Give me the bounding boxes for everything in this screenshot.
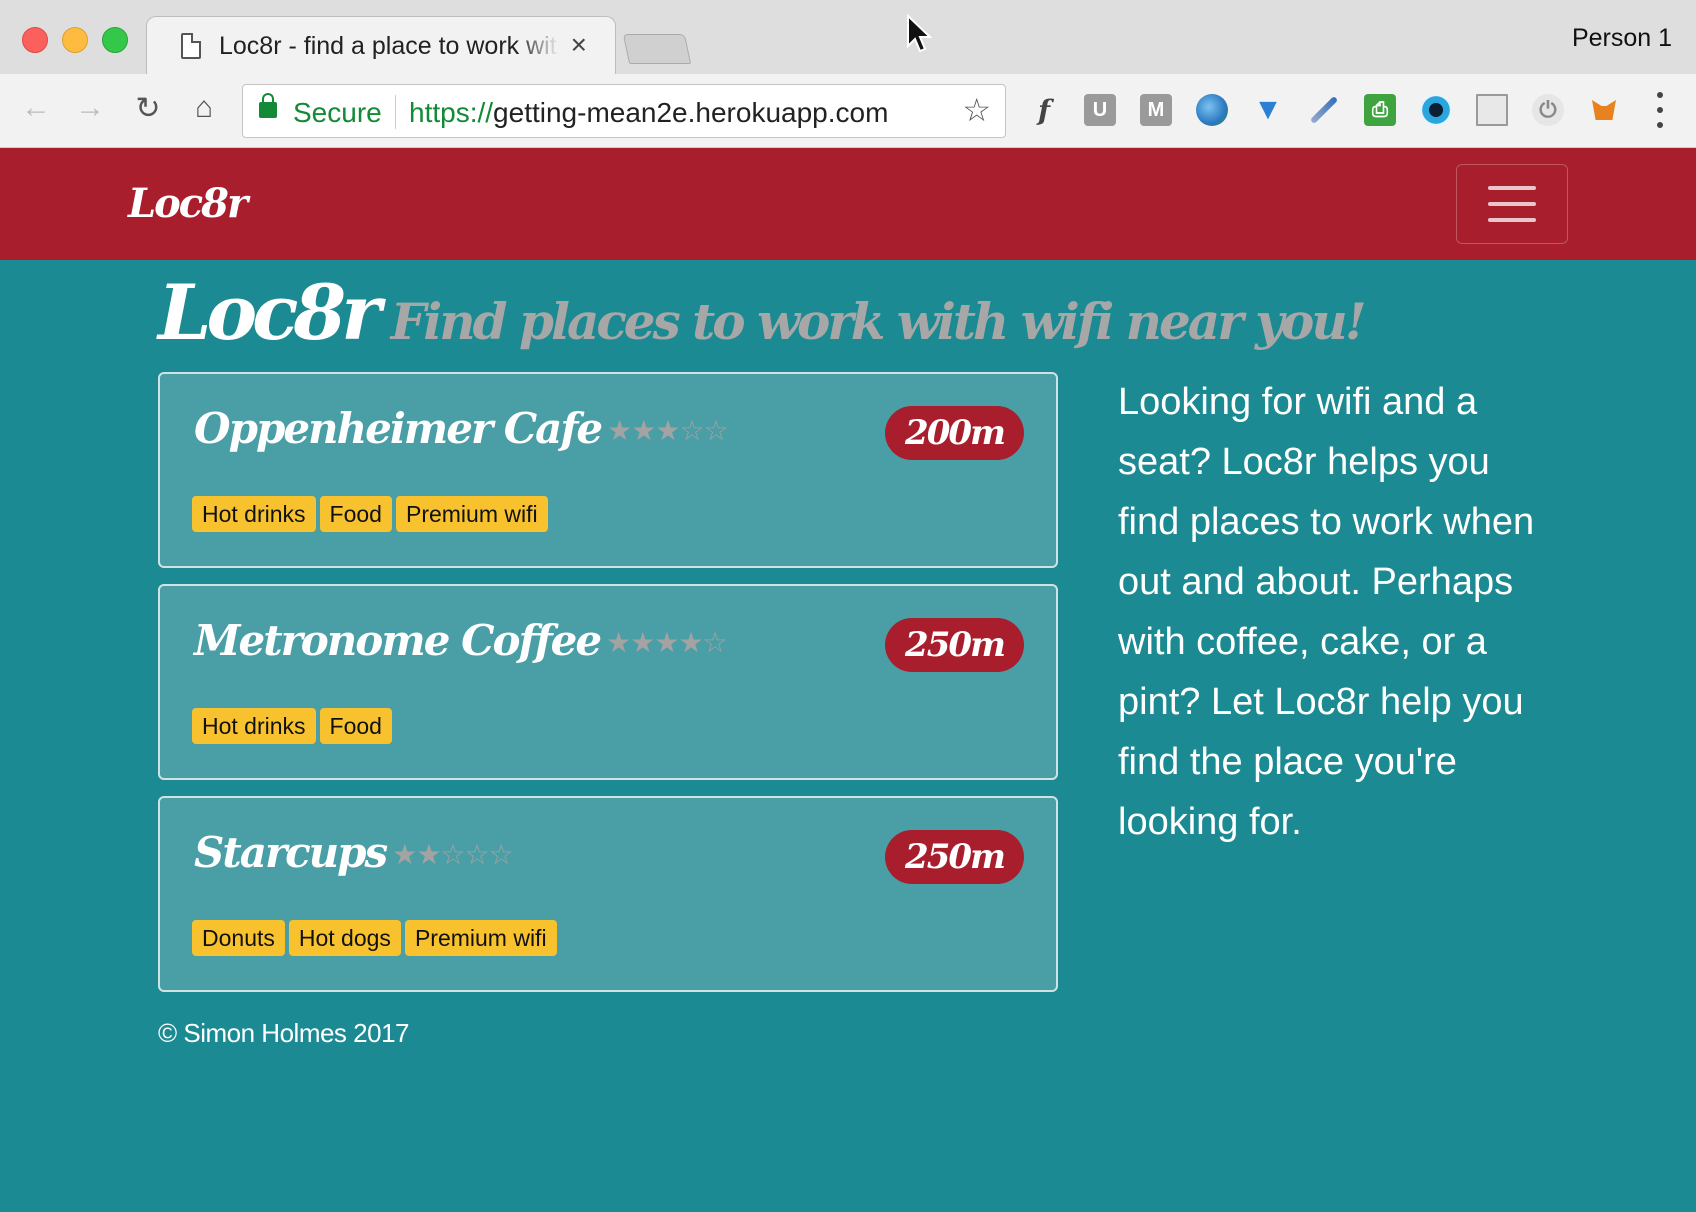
rating-stars-icon: ★★☆☆☆ (392, 838, 514, 871)
close-window-button[interactable] (22, 27, 48, 53)
star-filled-icon: ★ (392, 838, 417, 871)
star-filled-icon: ★ (630, 626, 655, 659)
lock-icon (259, 93, 277, 118)
page-tagline: Find places to work with wifi near you! (390, 292, 1367, 351)
page-title: Loc8r (158, 268, 381, 357)
browser-menu-icon[interactable] (1650, 92, 1670, 128)
navbar-brand[interactable]: Loc8r (128, 180, 248, 227)
sidebar-description: Looking for wifi and a seat? Loc8r helps… (1118, 381, 1535, 843)
browser-toolbar: ← → ↻ ⌂ Secure https://getting-mean2e.he… (0, 74, 1696, 148)
url-host: getting-mean2e.herokuapp.com (493, 97, 889, 128)
distance-badge: 250m (885, 830, 1024, 884)
zoom-window-button[interactable] (102, 27, 128, 53)
bookmark-star-icon[interactable]: ☆ (962, 91, 991, 129)
star-filled-icon: ★ (654, 626, 679, 659)
star-filled-icon: ★ (678, 626, 703, 659)
eye-icon[interactable] (1420, 94, 1452, 126)
secure-label: Secure (293, 97, 382, 128)
tab-close-icon[interactable]: × (571, 29, 587, 61)
location-card: Metronome Coffee ★★★★☆ 250m Hot drinks Fo… (158, 584, 1058, 780)
facility-badge: Premium wifi (404, 920, 557, 956)
star-empty-icon: ☆ (702, 626, 728, 659)
facility-badge: Food (319, 496, 392, 532)
star-empty-icon: ☆ (679, 414, 704, 447)
star-filled-icon: ★ (607, 414, 632, 447)
print-icon[interactable]: ⎙ (1364, 94, 1396, 126)
facility-badge: Hot dogs (288, 920, 401, 956)
new-tab-button[interactable] (622, 34, 692, 64)
diamond-icon[interactable]: ▼ (1252, 93, 1284, 126)
address-bar[interactable]: Secure https://getting-mean2e.herokuapp.… (242, 84, 1006, 138)
url-scheme: https:// (409, 97, 494, 128)
facility-list: Hot drinks Food Premium wifi (192, 496, 548, 532)
eyedropper-icon[interactable] (1308, 94, 1340, 126)
fx-icon[interactable]: f (1028, 94, 1060, 127)
address-divider (395, 95, 396, 129)
distance-badge: 200m (885, 406, 1024, 460)
distance-badge: 250m (885, 618, 1024, 672)
rating-stars-icon: ★★★★☆ (606, 626, 728, 659)
mouse-cursor-icon (907, 14, 932, 53)
m-icon[interactable]: M (1140, 94, 1172, 126)
star-empty-icon: ☆ (488, 838, 514, 871)
star-filled-icon: ★ (606, 626, 631, 659)
facility-list: Hot drinks Food (192, 708, 392, 744)
power-icon[interactable]: ⏻ (1532, 94, 1564, 126)
back-icon[interactable]: ← (16, 88, 56, 128)
facility-list: Donuts Hot dogs Premium wifi (192, 920, 557, 956)
minimize-window-button[interactable] (62, 27, 88, 53)
location-name[interactable]: Oppenheimer Cafe ★★★☆☆ (194, 404, 729, 453)
star-filled-icon: ★ (655, 414, 680, 447)
hamburger-menu-button[interactable] (1456, 164, 1568, 244)
facility-badge: Premium wifi (395, 496, 548, 532)
url-text[interactable]: https://getting-mean2e.herokuapp.com (409, 97, 888, 129)
globe-icon[interactable] (1196, 94, 1228, 126)
facility-badge: Hot drinks (192, 708, 316, 744)
location-card: Starcups ★★☆☆☆ 250m Donuts Hot dogs Premi… (158, 796, 1058, 992)
browser-titlebar: Loc8r - find a place to work with wifi ×… (0, 0, 1696, 76)
footer-copyright: © Simon Holmes 2017 (158, 1018, 410, 1048)
facility-badge: Hot drinks (192, 496, 316, 532)
u-icon[interactable]: U (1084, 94, 1116, 126)
facility-badge: Donuts (192, 920, 285, 956)
location-name[interactable]: Starcups ★★☆☆☆ (194, 828, 514, 877)
news-icon[interactable] (1476, 94, 1508, 126)
page-header: Loc8r Find places to work with wifi near… (158, 268, 1578, 357)
forward-icon[interactable]: → (70, 88, 110, 128)
location-name[interactable]: Metronome Coffee ★★★★☆ (194, 616, 728, 665)
reload-icon[interactable]: ↻ (128, 88, 168, 128)
home-icon[interactable]: ⌂ (184, 88, 224, 128)
location-card: Oppenheimer Cafe ★★★☆☆ 200m Hot drinks Fo… (158, 372, 1058, 568)
facility-badge: Food (319, 708, 392, 744)
browser-tab-active[interactable]: Loc8r - find a place to work with wifi × (146, 16, 616, 76)
star-empty-icon: ☆ (703, 414, 729, 447)
tab-title: Loc8r - find a place to work with wifi (219, 32, 559, 60)
star-filled-icon: ★ (416, 838, 441, 871)
star-empty-icon: ☆ (440, 838, 465, 871)
page-icon (181, 33, 201, 59)
star-empty-icon: ☆ (464, 838, 490, 871)
site-navbar: Loc8r (0, 148, 1696, 260)
fox-icon[interactable] (1588, 94, 1620, 126)
star-filled-icon: ★ (631, 414, 656, 447)
profile-name[interactable]: Person 1 (1572, 24, 1672, 53)
rating-stars-icon: ★★★☆☆ (607, 414, 729, 447)
